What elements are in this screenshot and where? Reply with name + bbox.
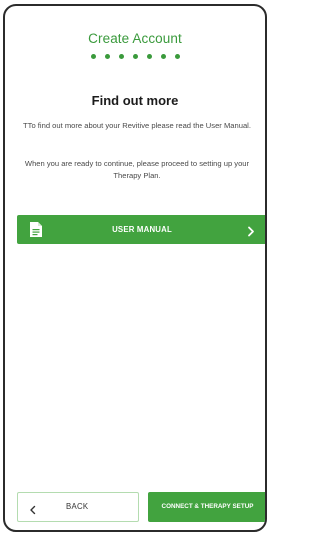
back-button[interactable]: BACK: [17, 492, 139, 522]
back-label: BACK: [66, 502, 89, 511]
progress-dot: [104, 54, 110, 59]
progress-dot: [132, 54, 138, 59]
connect-therapy-setup-label: CONNECT & THERAPY SETUP: [161, 503, 254, 510]
user-manual-button[interactable]: USER MANUAL: [17, 215, 265, 244]
progress-indicator: [5, 54, 265, 59]
user-manual-label: USER MANUAL: [112, 225, 172, 234]
intro-text: TTo find out more about your Revitive pl…: [23, 121, 251, 130]
progress-dot: [118, 54, 124, 59]
page-title: Create Account: [88, 31, 182, 46]
chevron-right-icon: [247, 224, 255, 237]
section-heading: Find out more: [91, 93, 179, 108]
instruction-text: When you are ready to continue, please p…: [24, 159, 250, 180]
progress-dot: [146, 54, 152, 59]
progress-dot: [174, 54, 180, 59]
progress-dot: [160, 54, 166, 59]
connect-therapy-setup-button[interactable]: CONNECT & THERAPY SETUP: [148, 492, 265, 522]
progress-dot: [90, 54, 96, 59]
chevron-left-icon: [29, 502, 37, 515]
phone-frame: Create Account Find out more TTo find ou…: [3, 4, 267, 532]
